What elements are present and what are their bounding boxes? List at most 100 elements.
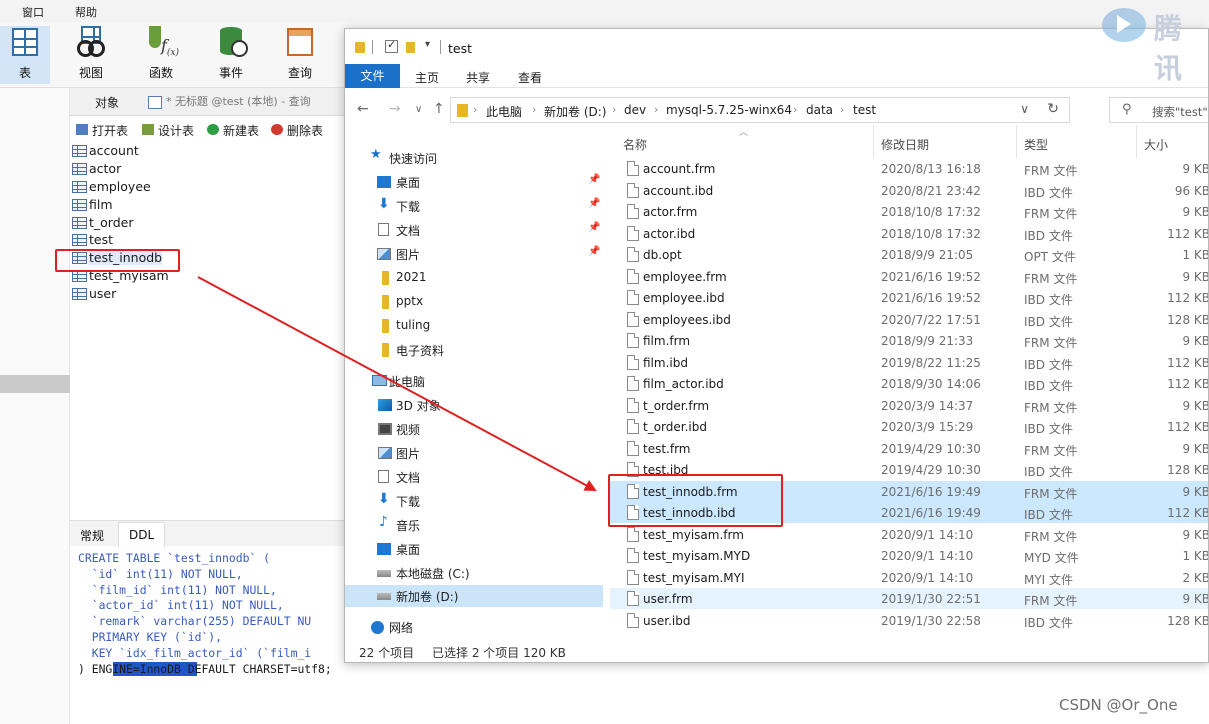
file-name: t_order.frm	[643, 398, 710, 413]
breadcrumb-item[interactable]: 此电脑	[486, 103, 522, 120]
file-size: 128 KB	[1167, 463, 1209, 477]
file-row[interactable]: film.frm 2018/9/9 21:33 FRM 文件 9 KB	[610, 330, 1208, 351]
nav-quick-access[interactable]: ★ 快速访问	[345, 147, 603, 169]
file-name: test_myisam.MYI	[643, 570, 745, 585]
nav-music[interactable]: ♪ 音乐	[345, 514, 603, 536]
column-size[interactable]: 大小	[1144, 136, 1168, 153]
file-row[interactable]: employee.ibd 2021/6/16 19:52 IBD 文件 112 KB	[610, 287, 1208, 308]
menu-window[interactable]: 窗口	[22, 4, 44, 20]
drive-icon	[377, 593, 391, 600]
table-item[interactable]: employee	[71, 178, 341, 196]
table-item[interactable]: film	[71, 196, 341, 214]
table-item[interactable]: test	[71, 231, 341, 249]
table-item[interactable]: user	[71, 285, 341, 303]
file-date: 2020/8/21 23:42	[881, 183, 981, 198]
nav-downloads[interactable]: ⬇ 下载 📌	[345, 195, 603, 217]
recent-dropdown-icon[interactable]: ∨	[415, 104, 422, 115]
nav-3d-objects[interactable]: 3D 对象	[345, 394, 603, 416]
table-item[interactable]: account	[71, 142, 341, 160]
nav-this-pc[interactable]: 此电脑	[345, 370, 603, 392]
toolbar-function-label: 函数	[148, 66, 173, 80]
nav-pictures-pc[interactable]: 图片	[345, 442, 603, 464]
toolbar-table-button[interactable]: 表	[0, 26, 50, 84]
csdn-watermark: CSDN @Or_One	[1059, 696, 1178, 714]
tab-general[interactable]: 常规	[80, 527, 104, 544]
nav-drive-c[interactable]: 本地磁盘 (C:)	[345, 562, 603, 584]
breadcrumb-item[interactable]: 新加卷 (D:)	[544, 103, 606, 120]
table-icon	[72, 180, 87, 193]
nav-desktop-pc[interactable]: 桌面	[345, 538, 603, 560]
open-table-button[interactable]: 打开表	[76, 122, 128, 139]
file-row[interactable]: employee.frm 2021/6/16 19:52 FRM 文件 9 KB	[610, 266, 1208, 287]
nav-desktop[interactable]: 桌面 📌	[345, 171, 603, 193]
file-row[interactable]: film.ibd 2019/8/22 11:25 IBD 文件 112 KB	[610, 352, 1208, 373]
nav-documents[interactable]: 文档 📌	[345, 219, 603, 241]
customize-dropdown-icon[interactable]: ▾	[425, 39, 430, 50]
address-bar[interactable]: › 此电脑 › 新加卷 (D:) › dev › mysql-5.7.25-wi…	[450, 97, 1070, 123]
nav-pictures[interactable]: 图片 📌	[345, 243, 603, 265]
column-type[interactable]: 类型	[1024, 136, 1048, 153]
breadcrumb-item[interactable]: data	[806, 103, 833, 117]
ribbon-tab-share[interactable]: 共享	[466, 69, 490, 86]
toolbar-query-button[interactable]: 查询	[275, 26, 325, 84]
nav-videos[interactable]: 视频	[345, 418, 603, 440]
watermark-text: 腾讯	[1154, 12, 1184, 85]
ddl-line: KEY `idx_film_actor_id` (`film_i	[78, 645, 312, 660]
file-row[interactable]: actor.ibd 2018/10/8 17:32 IBD 文件 112 KB	[610, 223, 1208, 244]
file-row[interactable]: account.frm 2020/8/13 16:18 FRM 文件 9 KB	[610, 158, 1208, 179]
tab-objects[interactable]: 对象	[95, 94, 119, 111]
ribbon-tab-view[interactable]: 查看	[518, 69, 542, 86]
nav-folder[interactable]: 电子资料	[345, 339, 603, 361]
new-table-button[interactable]: 新建表	[207, 122, 259, 139]
nav-folder[interactable]: tuling	[345, 315, 603, 337]
address-dropdown-icon[interactable]: ∨	[1020, 102, 1029, 116]
table-item[interactable]: actor	[71, 160, 341, 178]
file-row[interactable]: user.ibd 2019/1/30 22:58 IBD 文件 128 KB	[610, 610, 1208, 631]
toolbar-event-button[interactable]: 事件	[206, 26, 256, 84]
tab-ddl[interactable]: DDL	[118, 522, 166, 547]
column-name[interactable]: 名称	[623, 136, 647, 153]
nav-folder[interactable]: pptx	[345, 291, 603, 313]
file-row[interactable]: t_order.ibd 2020/3/9 15:29 IBD 文件 112 KB	[610, 416, 1208, 437]
nav-network[interactable]: 网络	[345, 616, 603, 638]
ddl-line: `actor_id` int(11) NOT NULL,	[78, 598, 284, 613]
forward-arrow-icon[interactable]: →	[389, 101, 401, 117]
file-row[interactable]: film_actor.ibd 2018/9/30 14:06 IBD 文件 112 K…	[610, 373, 1208, 394]
file-row[interactable]: test.frm 2019/4/29 10:30 FRM 文件 9 KB	[610, 438, 1208, 459]
refresh-icon[interactable]: ↻	[1047, 101, 1059, 117]
nav-drive-d-selected[interactable]: 新加卷 (D:)	[345, 585, 603, 607]
back-arrow-icon[interactable]: ←	[357, 101, 369, 117]
tab-untitled-query[interactable]: * 无标题 @test (本地) - 查询	[144, 92, 311, 112]
properties-icon[interactable]	[385, 38, 398, 53]
column-date[interactable]: 修改日期	[881, 136, 929, 153]
file-date: 2021/6/16 19:52	[881, 291, 981, 305]
file-row[interactable]: actor.frm 2018/10/8 17:32 FRM 文件 9 KB	[610, 201, 1208, 222]
file-row[interactable]: test_myisam.MYD 2020/9/1 14:10 MYD 文件 1 KB	[610, 545, 1208, 566]
new-folder-icon[interactable]	[406, 42, 415, 53]
nav-folder[interactable]: 2021	[345, 267, 603, 289]
delete-table-button[interactable]: 删除表	[271, 122, 323, 139]
ribbon-tab-home[interactable]: 主页	[415, 69, 439, 86]
file-row[interactable]: account.ibd 2020/8/21 23:42 IBD 文件 96 KB	[610, 180, 1208, 201]
nav-documents-pc[interactable]: 文档	[345, 466, 603, 488]
file-row[interactable]: test_myisam.MYI 2020/9/1 14:10 MYI 文件 2 KB	[610, 567, 1208, 588]
breadcrumb-item[interactable]: mysql-5.7.25-winx64	[666, 103, 792, 117]
file-row[interactable]: db.opt 2018/9/9 21:05 OPT 文件 1 KB	[610, 244, 1208, 265]
file-type: IBD 文件	[1024, 465, 1073, 479]
nav-downloads-pc[interactable]: ⬇ 下载	[345, 490, 603, 512]
file-name: user.frm	[643, 592, 693, 606]
file-row[interactable]: employees.ibd 2020/7/22 17:51 IBD 文件 128 KB	[610, 309, 1208, 330]
table-item[interactable]: t_order	[71, 214, 341, 232]
up-arrow-icon[interactable]: ↑	[433, 101, 445, 117]
ribbon-tab-file[interactable]: 文件	[345, 64, 400, 88]
design-table-button[interactable]: 设计表	[142, 122, 194, 139]
breadcrumb-item[interactable]: dev	[624, 103, 646, 117]
ddl-code: CREATE TABLE `test_innodb` ( `id` int(11…	[78, 551, 378, 677]
toolbar-function-button[interactable]: f(x) 函数	[136, 26, 186, 84]
file-row[interactable]: user.frm 2019/1/30 22:51 FRM 文件 9 KB	[610, 588, 1208, 610]
breadcrumb-item[interactable]: test	[853, 103, 876, 117]
toolbar-view-button[interactable]: 视图	[66, 26, 116, 84]
menu-help[interactable]: 帮助	[75, 4, 97, 20]
file-row[interactable]: t_order.frm 2020/3/9 14:37 FRM 文件 9 KB	[610, 395, 1208, 416]
search-box[interactable]: ⚲ 搜索"test"	[1109, 97, 1208, 123]
